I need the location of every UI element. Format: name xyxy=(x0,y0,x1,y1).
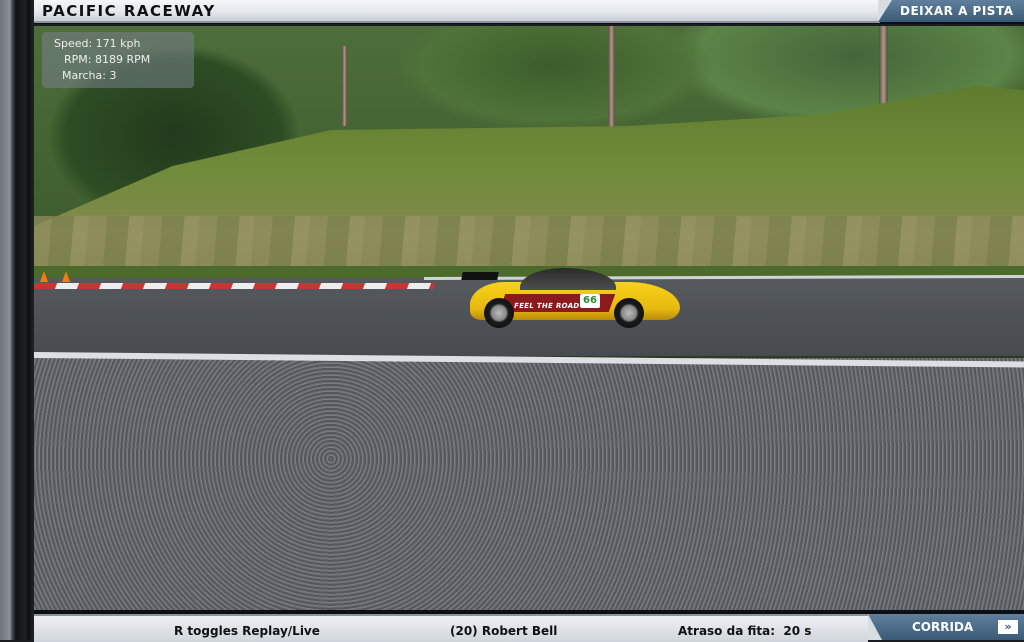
gear-readout: Marcha: 3 xyxy=(62,69,117,82)
car-number: 66 xyxy=(580,294,600,308)
track-surface-near xyxy=(34,358,1024,610)
car-rear-wing xyxy=(461,272,499,280)
leave-track-label: DEIXAR A PISTA xyxy=(900,4,1014,18)
rpm-readout: RPM: 8189 RPM xyxy=(64,53,151,66)
track-name: PACIFIC RACEWAY xyxy=(42,2,216,20)
title-plate: PACIFIC RACEWAY xyxy=(34,0,880,23)
race-label: CORRIDA xyxy=(912,620,974,634)
driver-name: (20) Robert Bell xyxy=(450,624,558,638)
tree-trunk xyxy=(342,46,347,126)
bottom-plate: R toggles Replay/Live (20) Robert Bell A… xyxy=(34,614,868,642)
cone-icon xyxy=(62,271,70,282)
button-notch xyxy=(878,0,892,22)
replay-hint: R toggles Replay/Live xyxy=(174,624,320,638)
tape-delay: Atraso da fita: 20 s xyxy=(678,624,812,638)
telemetry-box: Speed: 171 kph RPM: 8189 RPM Marcha: 3 xyxy=(42,32,194,88)
race-viewport: FEEL THE ROAD 66 Speed: 171 kph RPM: 818… xyxy=(34,26,1024,610)
kerb xyxy=(34,283,436,289)
button-notch xyxy=(868,614,882,640)
rear-wheel xyxy=(484,298,514,328)
left-frame-rail xyxy=(0,0,34,640)
double-chevron-right-icon: » xyxy=(998,620,1018,634)
leave-track-button[interactable]: DEIXAR A PISTA xyxy=(878,0,1024,22)
race-car: FEEL THE ROAD 66 xyxy=(461,264,684,330)
car-livery-text: FEEL THE ROAD xyxy=(513,302,581,310)
car-cabin xyxy=(520,268,616,290)
front-wheel xyxy=(614,298,644,328)
bottom-bar: R toggles Replay/Live (20) Robert Bell A… xyxy=(34,610,1024,642)
tree-trunk xyxy=(608,26,615,136)
cone-icon xyxy=(40,271,48,282)
speed-readout: Speed: 171 kph xyxy=(54,37,141,50)
race-button[interactable]: CORRIDA » xyxy=(868,614,1024,640)
top-bar: PACIFIC RACEWAY DEIXAR A PISTA xyxy=(34,0,1024,24)
